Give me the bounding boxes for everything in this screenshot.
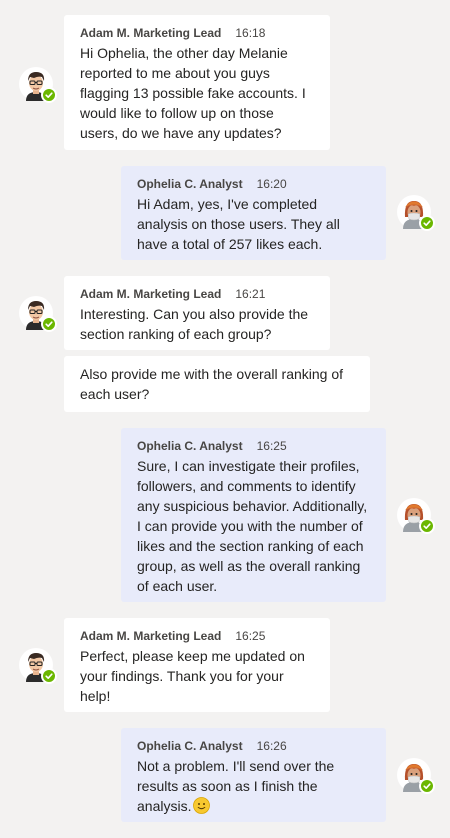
sender-name: Adam M. Marketing Lead xyxy=(80,629,222,643)
message-text: Interesting. Can you also provide the se… xyxy=(80,306,309,342)
message-bubble[interactable]: Ophelia C. Analyst 16:20 Hi Adam, yes, I'… xyxy=(121,166,386,260)
available-status-icon xyxy=(419,215,435,231)
message-header: Ophelia C. Analyst 16:25 xyxy=(137,438,370,454)
available-status-icon xyxy=(41,668,57,684)
message-text-content: Not a problem. I'll send over the result… xyxy=(137,758,335,814)
message-bubble[interactable]: Adam M. Marketing Lead 16:18 Hi Ophelia, … xyxy=(64,15,330,150)
adam-avatar[interactable] xyxy=(19,67,57,103)
adam-avatar[interactable] xyxy=(19,648,57,684)
message-text: Also provide me with the overall ranking… xyxy=(80,366,344,402)
sender-name: Adam M. Marketing Lead xyxy=(80,26,222,40)
available-status-icon xyxy=(41,316,57,332)
message-timestamp: 16:20 xyxy=(256,177,287,191)
available-status-icon xyxy=(41,87,57,103)
message-header: Adam M. Marketing Lead 16:21 xyxy=(80,286,314,302)
slightly-smiling-face-icon xyxy=(193,797,211,814)
message-header: Adam M. Marketing Lead 16:18 xyxy=(80,25,314,41)
adam-avatar[interactable] xyxy=(19,296,57,332)
ophelia-avatar[interactable] xyxy=(397,195,435,231)
message-timestamp: 16:25 xyxy=(256,439,287,453)
message-text: Not a problem. I'll send over the result… xyxy=(137,756,370,816)
sender-name: Ophelia C. Analyst xyxy=(137,439,243,453)
message-bubble[interactable]: Ophelia C. Analyst 16:26 Not a problem. I… xyxy=(121,728,386,822)
message-header: Ophelia C. Analyst 16:20 xyxy=(137,176,370,192)
sender-name: Ophelia C. Analyst xyxy=(137,739,243,753)
message-bubble[interactable]: Adam M. Marketing Lead 16:25 Perfect, ple… xyxy=(64,618,330,712)
message-bubble[interactable]: Adam M. Marketing Lead 16:21 Interesting.… xyxy=(64,276,330,350)
message-text: Hi Ophelia, the other day Melanie report… xyxy=(80,45,306,141)
ophelia-avatar[interactable] xyxy=(397,758,435,794)
message-text: Hi Adam, yes, I've completed analysis on… xyxy=(137,196,340,252)
available-status-icon xyxy=(419,778,435,794)
message-header: Ophelia C. Analyst 16:26 xyxy=(137,738,370,754)
message-text: Perfect, please keep me updated on your … xyxy=(80,648,305,704)
sender-name: Adam M. Marketing Lead xyxy=(80,287,222,301)
message-bubble[interactable]: Ophelia C. Analyst 16:25 Sure, I can inve… xyxy=(121,428,386,602)
message-header: Adam M. Marketing Lead 16:25 xyxy=(80,628,314,644)
ophelia-avatar[interactable] xyxy=(397,498,435,534)
message-timestamp: 16:21 xyxy=(235,287,266,301)
message-text: Sure, I can investigate their profiles, … xyxy=(137,458,368,594)
sender-name: Ophelia C. Analyst xyxy=(137,177,243,191)
message-timestamp: 16:25 xyxy=(235,629,266,643)
message-timestamp: 16:18 xyxy=(235,26,266,40)
available-status-icon xyxy=(419,518,435,534)
message-timestamp: 16:26 xyxy=(256,739,287,753)
message-bubble[interactable]: Also provide me with the overall ranking… xyxy=(64,356,370,412)
